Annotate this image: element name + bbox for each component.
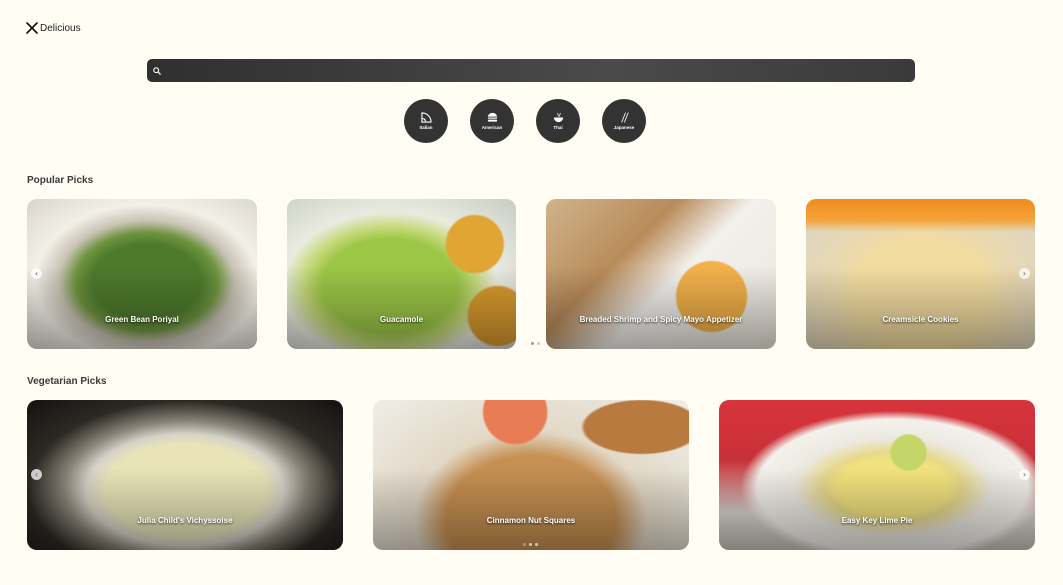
search-bar[interactable] [147, 59, 915, 82]
next-arrow-vegetarian[interactable]: › [1019, 469, 1030, 480]
carousel-dots-vegetarian [523, 543, 538, 546]
chopsticks-icon [620, 112, 629, 123]
recipe-card[interactable]: Breaded Shrimp and Spicy Mayo Appetizer [546, 199, 776, 349]
recipe-title: Julia Child's Vichyssoise [137, 516, 233, 525]
search-icon [153, 66, 161, 75]
bowl-icon [553, 112, 563, 123]
cuisine-label: Thai [553, 125, 563, 130]
prev-arrow-vegetarian[interactable]: ‹ [31, 469, 42, 480]
recipe-card[interactable]: Cinnamon Nut Squares [373, 400, 689, 550]
card-overlay [27, 400, 343, 550]
logo[interactable]: Delicious [26, 22, 81, 34]
cuisine-label: Japanese [613, 125, 635, 130]
card-overlay [27, 199, 257, 349]
carousel-dot[interactable] [523, 543, 526, 546]
cuisine-italian[interactable]: Italian [404, 99, 448, 143]
prev-arrow-popular[interactable]: ‹ [31, 268, 42, 279]
carousel-dot[interactable] [531, 342, 534, 345]
card-overlay [373, 400, 689, 550]
recipe-title: Creamsicle Cookies [882, 315, 959, 324]
carousel-dot[interactable] [537, 342, 540, 345]
search-input[interactable] [165, 65, 915, 76]
recipe-card[interactable]: Creamsicle Cookies [806, 199, 1035, 349]
next-arrow-popular[interactable]: › [1019, 268, 1030, 279]
cuisine-label: Italian [419, 125, 433, 130]
recipe-card[interactable]: Green Bean Poriyal [27, 199, 257, 349]
carousel-dots-popular [531, 342, 540, 345]
cuisine-thai[interactable]: Thai [536, 99, 580, 143]
burger-icon [487, 112, 497, 122]
carousel-dot[interactable] [535, 543, 538, 546]
recipe-card[interactable]: Guacamole [287, 199, 516, 349]
card-overlay [287, 199, 516, 349]
cuisine-american[interactable]: American [470, 99, 514, 143]
section-title-vegetarian: Vegetarian Picks [27, 376, 107, 387]
cuisine-list: Italian American Thai Japanese [404, 99, 646, 143]
utensils-icon [26, 22, 38, 34]
recipe-title: Easy Key Lime Pie [841, 516, 913, 525]
pizza-icon [420, 112, 432, 123]
card-overlay [719, 400, 1035, 550]
recipe-card[interactable]: Julia Child's Vichyssoise [27, 400, 343, 550]
cuisine-label: American [481, 125, 503, 130]
section-title-popular: Popular Picks [27, 175, 94, 186]
recipe-title: Breaded Shrimp and Spicy Mayo Appetizer [579, 315, 743, 324]
recipe-title: Green Bean Poriyal [105, 315, 179, 324]
logo-text: Delicious [40, 22, 81, 34]
carousel-dot[interactable] [529, 543, 532, 546]
cuisine-japanese[interactable]: Japanese [602, 99, 646, 143]
card-overlay [806, 199, 1035, 349]
recipe-card[interactable]: Easy Key Lime Pie [719, 400, 1035, 550]
recipe-title: Cinnamon Nut Squares [486, 516, 576, 525]
card-overlay [546, 199, 776, 349]
recipe-title: Guacamole [379, 315, 424, 324]
